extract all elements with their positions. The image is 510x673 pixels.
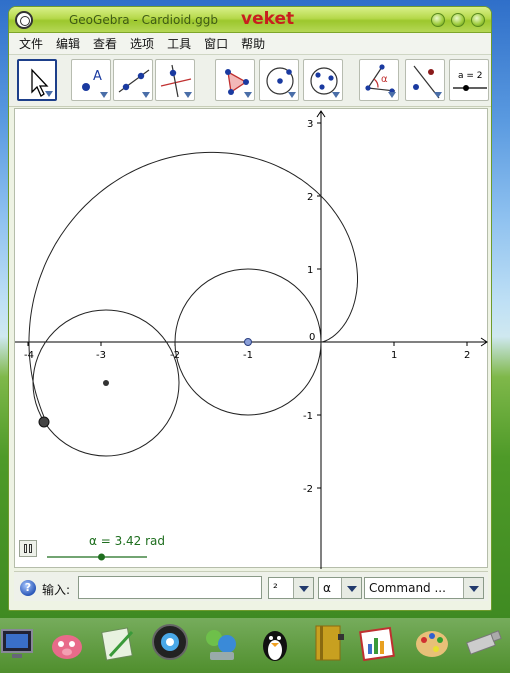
menu-file[interactable]: 文件 (19, 35, 43, 52)
perpendicular-line-tool-button[interactable] (155, 59, 195, 101)
slider-tool-label: a = 2 (458, 71, 483, 81)
y-tick-label: 2 (307, 192, 313, 203)
address-book-icon[interactable] (308, 622, 350, 664)
y-tick-label: 1 (307, 265, 313, 276)
x-tick-label: 2 (464, 350, 470, 361)
menu-view[interactable]: 查看 (93, 35, 117, 52)
menu-help[interactable]: 帮助 (241, 35, 265, 52)
reflect-tool-button[interactable] (405, 59, 445, 101)
slider-tool-button[interactable]: a = 2 (449, 59, 489, 101)
menu-edit[interactable]: 编辑 (56, 35, 80, 52)
input-bar: ? 输入: ² α Command ... (14, 571, 488, 601)
slider-knob[interactable] (98, 553, 105, 561)
minimize-button[interactable] (431, 13, 445, 27)
menu-options[interactable]: 选项 (130, 35, 154, 52)
cursor-arrow-icon (31, 68, 49, 97)
maximize-button[interactable] (451, 13, 465, 27)
notepad-icon[interactable] (98, 622, 140, 664)
angle-tool-label: α (381, 74, 388, 85)
origin-label: 0 (309, 332, 315, 343)
pause-icon (24, 544, 27, 553)
greek-value: α (323, 581, 331, 595)
superscript-value: ² (273, 581, 278, 595)
menu-window[interactable]: 窗口 (204, 35, 228, 52)
command-placeholder: Command ... (369, 581, 446, 595)
greek-dropdown[interactable]: α (318, 577, 362, 599)
command-dropdown[interactable]: Command ... (364, 577, 484, 599)
rolling-center-point[interactable] (103, 380, 109, 386)
title-bar[interactable]: GeoGebra - Cardioid.ggb veket (9, 7, 491, 33)
monitor-icon[interactable] (0, 622, 42, 664)
angle-tool-button[interactable]: α (359, 59, 399, 101)
animation-pause-button[interactable] (19, 540, 37, 557)
chat-icon[interactable] (200, 622, 242, 664)
y-tick-label: 3 (307, 119, 313, 130)
new-point-tool-button[interactable]: A (71, 59, 111, 101)
trace-point[interactable] (38, 416, 50, 428)
graphics-view[interactable]: -4 -3 -2 -1 0 1 2 3 2 1 -1 -2 α = 3.42 r… (14, 108, 489, 569)
move-tool-button[interactable] (17, 59, 57, 101)
superscript-dropdown[interactable]: ² (268, 577, 314, 599)
x-tick-label: -1 (243, 350, 253, 361)
window-title: GeoGebra - Cardioid.ggb (69, 13, 218, 27)
point-tool-label: A (93, 69, 102, 84)
chevron-down-icon[interactable] (293, 578, 313, 598)
paint-palette-icon[interactable] (412, 622, 454, 664)
slider-label: α = 3.42 rad (89, 534, 165, 548)
penguin-icon[interactable] (254, 622, 296, 664)
line-tool-button[interactable] (113, 59, 153, 101)
conic-tool-button[interactable] (303, 59, 343, 101)
circle-tool-button[interactable] (259, 59, 299, 101)
y-tick-label: -1 (303, 411, 313, 422)
polygon-tool-button[interactable] (215, 59, 255, 101)
menu-tools[interactable]: 工具 (167, 35, 191, 52)
x-axis-ticks: -4 -3 -2 -1 0 1 2 (24, 332, 470, 361)
usb-drive-icon[interactable] (462, 622, 504, 664)
x-tick-label: -3 (96, 350, 106, 361)
close-button[interactable] (471, 13, 485, 27)
center-point[interactable] (244, 338, 252, 346)
chevron-down-icon[interactable] (341, 578, 361, 598)
menu-bar: 文件 编辑 查看 选项 工具 窗口 帮助 (9, 33, 491, 55)
chevron-down-icon[interactable] (463, 578, 483, 598)
geogebra-window: GeoGebra - Cardioid.ggb veket 文件 编辑 查看 选… (8, 6, 492, 611)
slider-icon: a = 2 (453, 71, 487, 91)
help-icon[interactable]: ? (20, 580, 36, 596)
chart-app-icon[interactable] (358, 622, 400, 664)
brand-label: veket (241, 9, 295, 29)
graphics-canvas[interactable]: -4 -3 -2 -1 0 1 2 3 2 1 -1 -2 α = 3.42 r… (15, 109, 489, 569)
input-field[interactable] (78, 576, 262, 599)
y-tick-label: -2 (303, 484, 313, 495)
pig-icon[interactable] (46, 622, 88, 664)
toolbar: A α a = 2 (9, 55, 491, 107)
geogebra-app-icon (15, 11, 33, 29)
desktop-taskbar (0, 618, 510, 673)
x-tick-label: 1 (391, 350, 397, 361)
media-player-icon[interactable] (150, 622, 192, 664)
input-label: 输入: (42, 583, 71, 597)
